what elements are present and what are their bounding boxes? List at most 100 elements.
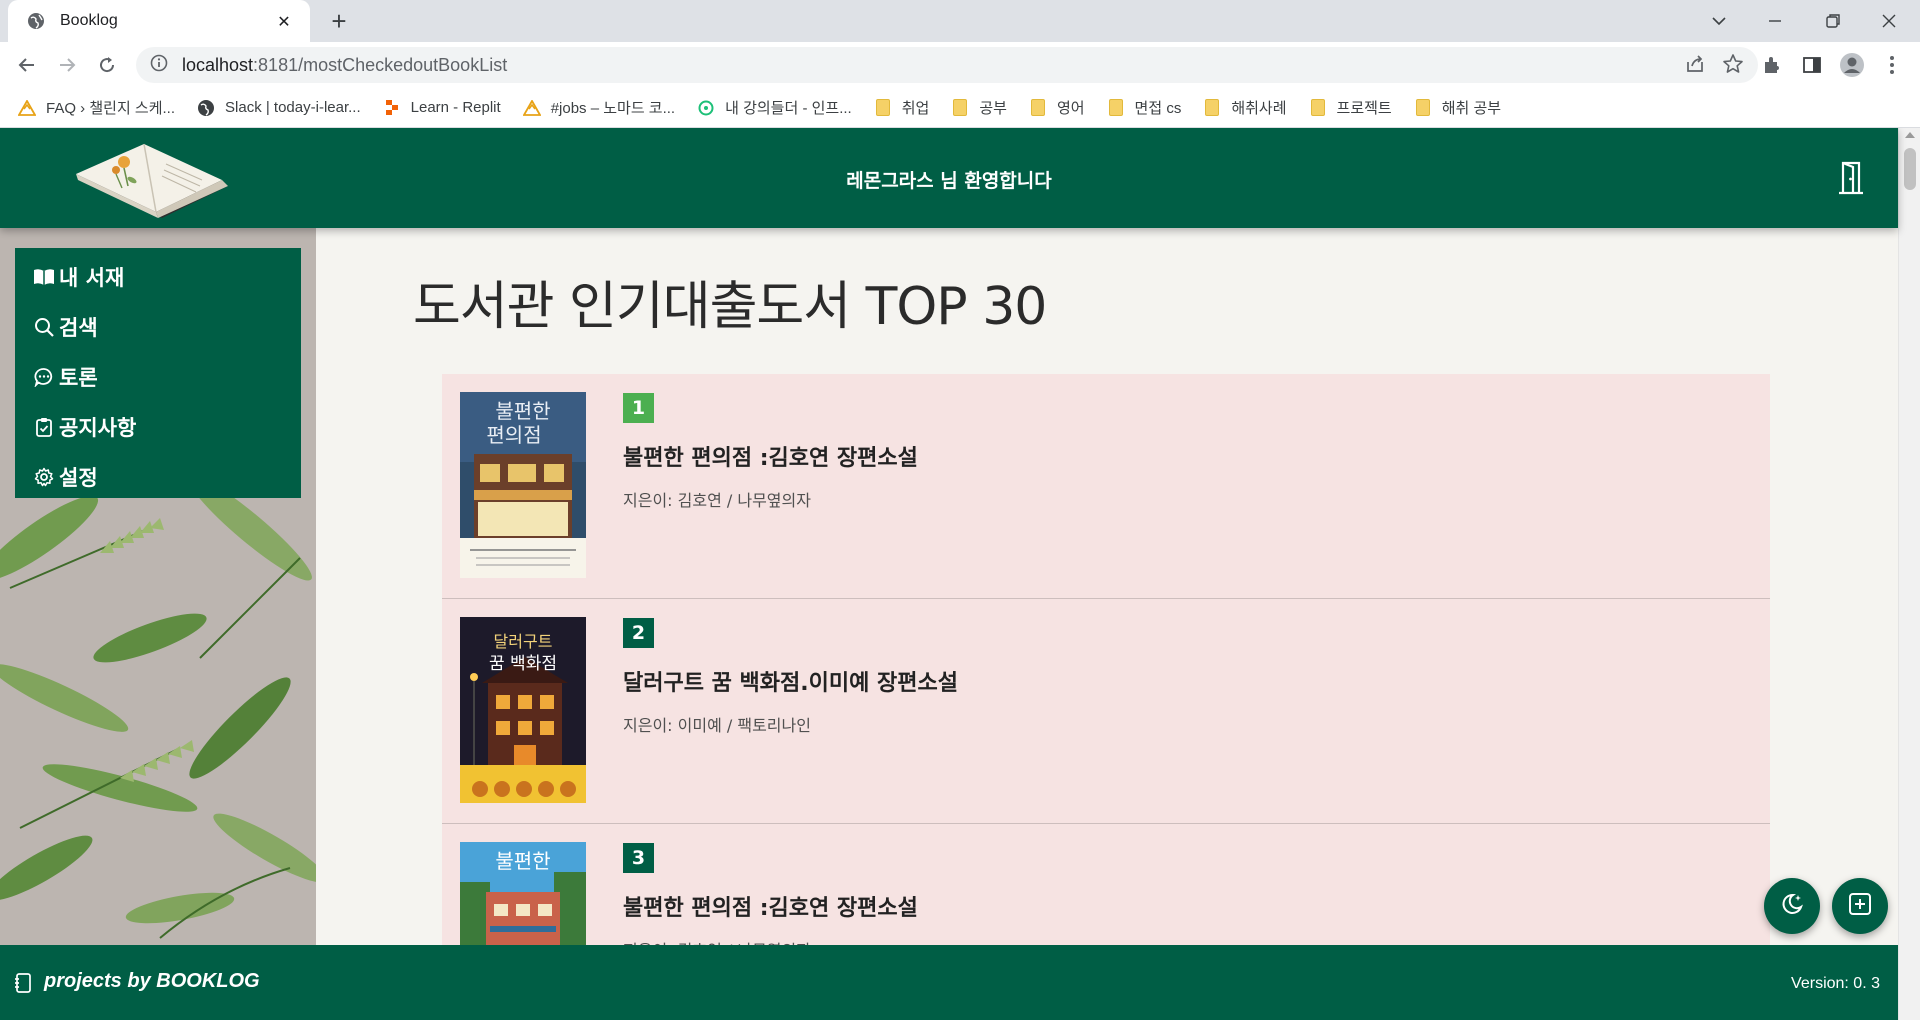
bookmark-label: 내 강의들더 - 인프... bbox=[725, 100, 852, 117]
book-cover-image[interactable]: 불편한 편의점 bbox=[460, 392, 586, 578]
bookmark-label: 해취사례 bbox=[1231, 100, 1287, 117]
browser-tabstrip: Booklog ✕ + bbox=[0, 0, 1920, 42]
replit-icon bbox=[383, 99, 401, 117]
new-tab-button[interactable]: + bbox=[324, 6, 354, 36]
bookmark-folder[interactable]: 해취 공부 bbox=[1414, 97, 1501, 118]
sidebar-item-label: 내 서재 bbox=[59, 266, 125, 290]
folder-icon bbox=[1107, 99, 1125, 117]
logout-door-icon[interactable] bbox=[1836, 158, 1866, 198]
sidebar-item-label: 검색 bbox=[59, 316, 98, 340]
sidebar-item-label: 토론 bbox=[59, 366, 98, 390]
bookmark-label: 해취 공부 bbox=[1441, 100, 1502, 117]
bookmark-folder[interactable]: 프로젝트 bbox=[1309, 97, 1392, 118]
bookmark-folder[interactable]: 공부 bbox=[951, 97, 1007, 118]
bookmark-folder[interactable]: 영어 bbox=[1029, 97, 1085, 118]
bookmark-label: 영어 bbox=[1056, 100, 1085, 117]
book-list: 불편한 편의점 1 불편한 편의점 :김호연 장편소설 지은이: 김호연 / 나… bbox=[442, 374, 1770, 946]
url-path: :8181/mostCheckedoutBookList bbox=[253, 54, 508, 75]
forward-icon[interactable] bbox=[52, 50, 82, 80]
bookmark-label: #jobs – 노마드 코... bbox=[550, 100, 676, 117]
bookmark-label: 면접 cs bbox=[1134, 100, 1182, 117]
sidebar-item-label: 공지사항 bbox=[59, 416, 137, 440]
side-panel-icon[interactable] bbox=[1797, 50, 1827, 80]
restore-icon[interactable] bbox=[1818, 6, 1848, 36]
svg-text:꿈 백화점: 꿈 백화점 bbox=[489, 654, 557, 674]
book-title[interactable]: 불편한 편의점 :김호연 장편소설 bbox=[623, 440, 918, 472]
bookmark-item[interactable]: FAQ › 챌린지 스케... bbox=[18, 97, 175, 118]
url-text: localhost:8181/mostCheckedoutBookList bbox=[182, 55, 507, 76]
app-header: 레몬그라스 님 환영합니다 bbox=[0, 128, 1898, 228]
extensions-icon[interactable] bbox=[1757, 50, 1787, 80]
profile-avatar-icon[interactable] bbox=[1837, 50, 1867, 80]
bookmark-item[interactable]: #jobs – 노마드 코... bbox=[522, 97, 676, 118]
book-title[interactable]: 불편한 편의점 :김호연 장편소설 bbox=[623, 890, 918, 922]
rank-badge: 2 bbox=[623, 618, 654, 648]
book-list-item[interactable]: 불편한 3 불편한 편의점 :김호연 장편소설 지은이: 김호연 / 나무옆의자 bbox=[442, 824, 1770, 946]
sidebar-item-my-library[interactable]: 내 서재 bbox=[15, 252, 301, 302]
add-button[interactable] bbox=[1832, 878, 1888, 934]
page-title: 도서관 인기대출도서 TOP 30 bbox=[413, 277, 1047, 337]
book-cover-image[interactable]: 불편한 bbox=[460, 842, 586, 946]
address-bar[interactable]: localhost:8181/mostCheckedoutBookList bbox=[136, 47, 1758, 83]
folder-icon bbox=[874, 99, 892, 117]
sidebar-item-search[interactable]: 검색 bbox=[15, 302, 301, 352]
bookmark-star-icon[interactable] bbox=[1722, 53, 1744, 79]
svg-text:편의점: 편의점 bbox=[486, 423, 541, 447]
sidebar-item-notices[interactable]: 공지사항 bbox=[15, 402, 301, 452]
svg-text:달러구트: 달러구트 bbox=[494, 632, 553, 651]
sidebar-item-discussion[interactable]: 토론 bbox=[15, 352, 301, 402]
share-icon[interactable] bbox=[1684, 53, 1706, 79]
dark-mode-toggle-button[interactable] bbox=[1764, 878, 1820, 934]
back-icon[interactable] bbox=[12, 50, 42, 80]
bookmark-item[interactable]: 내 강의들더 - 인프... bbox=[697, 97, 852, 118]
browser-tab[interactable]: Booklog ✕ bbox=[8, 0, 310, 42]
bookmark-label: FAQ › 챌린지 스케... bbox=[46, 100, 176, 117]
scroll-up-arrow-icon[interactable] bbox=[1905, 132, 1915, 138]
folder-icon bbox=[1309, 99, 1327, 117]
side-menu: 내 서재 검색 토론 공지사항 설정 bbox=[15, 248, 301, 498]
book-cover-image[interactable]: 달러구트 꿈 백화점 bbox=[460, 617, 586, 803]
gear-icon bbox=[33, 466, 55, 488]
bookmark-label: Learn - Replit bbox=[410, 99, 501, 116]
site-info-icon[interactable] bbox=[150, 54, 168, 76]
scroll-thumb[interactable] bbox=[1904, 148, 1916, 190]
bookmark-folder[interactable]: 취업 bbox=[874, 97, 930, 118]
url-host: localhost bbox=[182, 54, 254, 75]
book-list-item[interactable]: 달러구트 꿈 백화점 2 달러구트 꿈 백화점.이미예 장편소설 지은이: 이미… bbox=[442, 599, 1770, 824]
search-icon bbox=[33, 316, 55, 338]
globe-icon bbox=[26, 11, 46, 31]
sidebar-item-label: 설정 bbox=[59, 466, 98, 490]
bookmark-label: Slack | today-i-lear... bbox=[225, 99, 361, 116]
page-scrollbar[interactable] bbox=[1898, 128, 1920, 1020]
welcome-message: 레몬그라스 님 환영합니다 bbox=[846, 170, 1052, 192]
book-title[interactable]: 달러구트 꿈 백화점.이미예 장편소설 bbox=[623, 665, 958, 697]
more-menu-icon[interactable] bbox=[1877, 50, 1907, 80]
book-open-icon bbox=[33, 266, 55, 288]
bookmark-label: 공부 bbox=[979, 100, 1007, 117]
footer-brand: projects by BOOKLOG bbox=[44, 970, 260, 992]
minimize-icon[interactable] bbox=[1760, 6, 1790, 36]
rank-badge: 1 bbox=[623, 393, 654, 423]
bookmark-label: 취업 bbox=[901, 100, 930, 117]
bookmark-folder[interactable]: 면접 cs bbox=[1107, 97, 1182, 118]
folder-icon bbox=[1029, 99, 1047, 117]
journal-icon bbox=[14, 973, 34, 993]
reload-icon[interactable] bbox=[92, 50, 122, 80]
tab-search-icon[interactable] bbox=[1704, 6, 1734, 36]
chat-icon bbox=[33, 366, 55, 388]
bookmark-folder[interactable]: 해취사례 bbox=[1203, 97, 1287, 118]
warning-icon bbox=[18, 99, 36, 117]
rank-badge: 3 bbox=[623, 843, 654, 873]
tab-close-icon[interactable]: ✕ bbox=[272, 12, 296, 31]
bookmark-item[interactable]: Slack | today-i-lear... bbox=[197, 99, 361, 117]
book-author: 지은이: 김호연 / 나무옆의자 bbox=[623, 491, 811, 510]
tab-title: Booklog bbox=[60, 12, 118, 29]
folder-icon bbox=[951, 99, 969, 117]
browser-toolbar: localhost:8181/mostCheckedoutBookList bbox=[0, 42, 1920, 88]
sidebar-item-settings[interactable]: 설정 bbox=[15, 452, 301, 502]
bookmark-label: 프로젝트 bbox=[1336, 100, 1392, 117]
bookmark-item[interactable]: Learn - Replit bbox=[383, 99, 501, 117]
folder-icon bbox=[1414, 99, 1432, 117]
close-window-icon[interactable] bbox=[1874, 6, 1904, 36]
book-list-item[interactable]: 불편한 편의점 1 불편한 편의점 :김호연 장편소설 지은이: 김호연 / 나… bbox=[442, 374, 1770, 599]
